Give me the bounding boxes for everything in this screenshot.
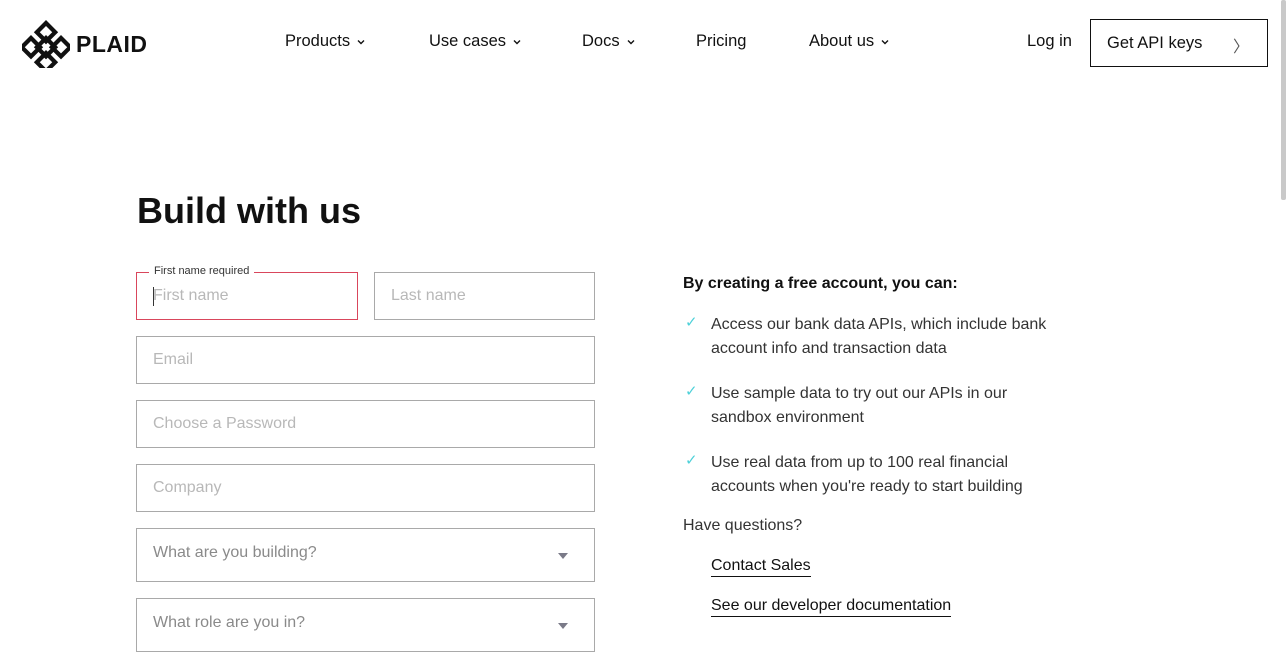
benefit-text: Use real data from up to 100 real financ… bbox=[711, 454, 1023, 495]
first-name-input[interactable] bbox=[137, 273, 357, 319]
building-select-placeholder: What are you building? bbox=[153, 544, 317, 561]
plaid-logo-icon bbox=[22, 20, 70, 68]
benefit-item: ✓ Use real data from up to 100 real fina… bbox=[683, 451, 1083, 501]
benefit-item: ✓ Use sample data to try out our APIs in… bbox=[683, 382, 1083, 432]
nav-pricing[interactable]: Pricing bbox=[696, 32, 746, 51]
company-input[interactable] bbox=[137, 465, 594, 511]
plaid-logo[interactable]: PLAID bbox=[22, 20, 148, 68]
role-select[interactable]: What role are you in? bbox=[136, 598, 595, 652]
password-input[interactable] bbox=[137, 401, 594, 447]
page-title: Build with us bbox=[137, 190, 361, 231]
login-link[interactable]: Log in bbox=[1027, 32, 1072, 51]
checkmark-icon: ✓ bbox=[685, 452, 698, 469]
email-field[interactable] bbox=[136, 336, 595, 384]
scrollbar-thumb[interactable] bbox=[1281, 0, 1286, 200]
chevron-down-icon bbox=[357, 39, 365, 44]
first-name-error-label: First name required bbox=[149, 265, 255, 277]
chevron-right-icon: 〉 bbox=[1232, 39, 1249, 56]
benefit-text: Use sample data to try out our APIs in o… bbox=[711, 385, 1008, 426]
benefit-text: Access our bank data APIs, which include… bbox=[711, 316, 1047, 357]
email-input[interactable] bbox=[137, 337, 594, 383]
role-select-placeholder: What role are you in? bbox=[153, 614, 306, 631]
chevron-down-icon bbox=[881, 39, 889, 44]
dropdown-arrow-icon bbox=[558, 553, 568, 559]
password-field[interactable] bbox=[136, 400, 595, 448]
site-header: PLAID Products Use cases Docs Pricing Ab… bbox=[0, 0, 1286, 86]
nav-use-cases-label: Use cases bbox=[429, 32, 507, 50]
nav-docs[interactable]: Docs bbox=[582, 32, 636, 51]
get-api-keys-label: Get API keys bbox=[1107, 33, 1203, 52]
nav-docs-label: Docs bbox=[582, 32, 620, 50]
nav-products-label: Products bbox=[285, 32, 351, 50]
text-cursor bbox=[153, 287, 154, 306]
nav-about-us[interactable]: About us bbox=[809, 32, 890, 51]
benefit-item: ✓ Access our bank data APIs, which inclu… bbox=[683, 313, 1083, 363]
get-api-keys-button[interactable]: Get API keys 〉 bbox=[1090, 19, 1268, 67]
questions-text: Have questions? bbox=[683, 517, 803, 534]
benefits-heading: By creating a free account, you can: bbox=[683, 275, 958, 292]
page-scrollbar[interactable] bbox=[1280, 0, 1286, 637]
contact-sales-link[interactable]: Contact Sales bbox=[711, 557, 811, 577]
chevron-down-icon bbox=[627, 39, 635, 44]
brand-name: PLAID bbox=[76, 30, 148, 57]
dropdown-arrow-icon bbox=[558, 623, 568, 629]
developer-docs-link[interactable]: See our developer documentation bbox=[711, 597, 952, 617]
checkmark-icon: ✓ bbox=[685, 314, 698, 331]
nav-use-cases[interactable]: Use cases bbox=[429, 32, 522, 51]
first-name-field[interactable]: First name required bbox=[136, 265, 358, 320]
nav-about-us-label: About us bbox=[809, 32, 875, 50]
chevron-down-icon bbox=[513, 39, 521, 44]
last-name-input[interactable] bbox=[375, 273, 594, 319]
nav-products[interactable]: Products bbox=[285, 32, 366, 51]
last-name-field[interactable] bbox=[374, 272, 595, 320]
building-select[interactable]: What are you building? bbox=[136, 528, 595, 582]
company-field[interactable] bbox=[136, 464, 595, 512]
checkmark-icon: ✓ bbox=[685, 383, 698, 400]
nav-pricing-label: Pricing bbox=[696, 32, 747, 50]
